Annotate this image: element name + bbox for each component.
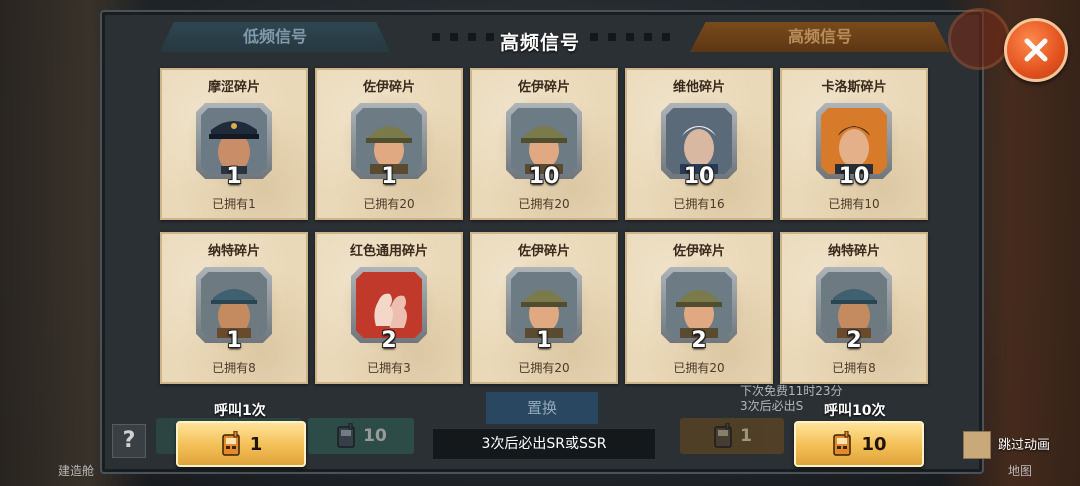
fragment-count: 10: [838, 164, 870, 189]
reward-card[interactable]: 红色通用碎片 2 已拥有3: [315, 232, 463, 384]
replace-button[interactable]: 置换: [486, 392, 598, 424]
side-label-right: 地图: [1008, 464, 1033, 478]
reward-card[interactable]: 佐伊碎片 10 已拥有20: [470, 68, 618, 220]
card-fragment-name: 纳特碎片: [207, 244, 260, 259]
card-fragment-name: 摩涩碎片: [207, 80, 260, 95]
fragment-count: 2: [381, 328, 397, 353]
call-one-button[interactable]: 1: [176, 421, 306, 467]
card-fragment-name: 纳特碎片: [827, 244, 880, 259]
reward-card[interactable]: 纳特碎片 1 已拥有8: [160, 232, 308, 384]
tab-low-frequency[interactable]: 低频信号: [160, 22, 390, 52]
reward-card[interactable]: 佐伊碎片 1 已拥有20: [470, 232, 618, 384]
skip-animation-checkbox[interactable]: [963, 431, 991, 459]
ghost-cost-left: 10: [363, 426, 387, 446]
tab-high-frequency[interactable]: 高频信号: [690, 22, 950, 52]
ghost-call-right-background: 1: [680, 418, 784, 454]
radio-phone-icon: [220, 431, 242, 457]
card-fragment-name: 佐伊碎片: [517, 244, 570, 259]
call-one-label: 呼叫1次: [214, 403, 266, 419]
result-title: 高频信号: [499, 32, 580, 54]
close-icon: [1024, 38, 1048, 62]
card-fragment-name: 卡洛斯碎片: [821, 80, 887, 95]
fragment-count: 10: [683, 164, 715, 189]
call-ten-label: 呼叫10次: [824, 403, 886, 419]
call-ten-button[interactable]: 10: [794, 421, 924, 467]
card-fragment-name: 佐伊碎片: [362, 80, 415, 95]
reward-grid: 摩涩碎片 1 已拥有1 佐伊碎片 1 已拥有20 佐伊碎片 10 已拥有20 维他碎片 10 已拥有1…: [160, 68, 928, 384]
ghost-call-ten-background: 10: [308, 418, 414, 454]
radio-phone-icon: [335, 423, 357, 449]
fragment-count: 2: [691, 328, 707, 353]
free-timer-line1: 下次免费11时23分: [740, 384, 843, 398]
owned-count: 已拥有8: [212, 361, 256, 375]
fragment-count: 10: [528, 164, 560, 189]
close-icon-background: [948, 8, 1010, 70]
skip-animation-label: 跳过动画: [998, 438, 1051, 453]
call-one-cost: 1: [249, 433, 263, 455]
reward-card[interactable]: 维他碎片 10 已拥有16: [625, 68, 773, 220]
help-button[interactable]: ?: [112, 424, 146, 458]
card-fragment-name: 佐伊碎片: [517, 80, 570, 95]
guarantee-notice: 3次后必出SR或SSR: [432, 428, 656, 460]
reward-card[interactable]: 佐伊碎片 1 已拥有20: [315, 68, 463, 220]
owned-count: 已拥有20: [363, 197, 415, 211]
call-ten-cost: 10: [861, 433, 887, 455]
owned-count: 已拥有20: [518, 197, 570, 211]
owned-count: 已拥有3: [367, 361, 411, 375]
side-label-left: 建造舱: [58, 464, 95, 478]
fragment-count: 2: [846, 328, 862, 353]
owned-count: 已拥有16: [673, 197, 725, 211]
reward-card[interactable]: 佐伊碎片 2 已拥有20: [625, 232, 773, 384]
fragment-count: 1: [226, 164, 242, 189]
card-fragment-name: 红色通用碎片: [349, 244, 428, 259]
card-fragment-name: 佐伊碎片: [672, 244, 725, 259]
radio-phone-icon: [712, 423, 734, 449]
ghost-cost-right: 1: [740, 426, 752, 446]
owned-count: 已拥有8: [832, 361, 876, 375]
reward-card[interactable]: 卡洛斯碎片 10 已拥有10: [780, 68, 928, 220]
owned-count: 已拥有20: [518, 361, 570, 375]
radio-phone-icon: [831, 431, 853, 457]
owned-count: 已拥有20: [673, 361, 725, 375]
owned-count: 已拥有1: [212, 197, 256, 211]
reward-card[interactable]: 纳特碎片 2 已拥有8: [780, 232, 928, 384]
owned-count: 已拥有10: [828, 197, 880, 211]
card-fragment-name: 维他碎片: [672, 80, 725, 95]
fragment-count: 1: [536, 328, 552, 353]
fragment-count: 1: [381, 164, 397, 189]
close-button[interactable]: [1004, 18, 1068, 82]
reward-card[interactable]: 摩涩碎片 1 已拥有1: [160, 68, 308, 220]
fragment-count: 1: [226, 328, 242, 353]
